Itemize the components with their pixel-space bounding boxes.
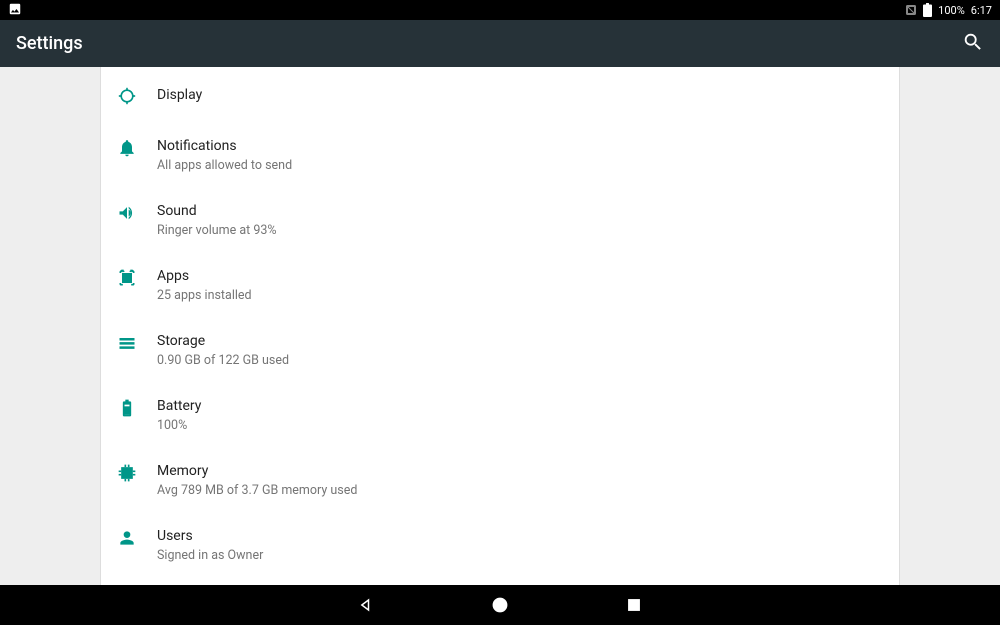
- notifications-icon: [117, 136, 157, 158]
- item-title: Notifications: [157, 136, 883, 156]
- settings-item-apps[interactable]: Apps25 apps installed: [101, 253, 899, 318]
- item-title: Memory: [157, 461, 883, 481]
- settings-item-battery[interactable]: Battery100%: [101, 383, 899, 448]
- item-title: Battery: [157, 396, 883, 416]
- display-icon: [117, 84, 157, 106]
- settings-item-notifications[interactable]: NotificationsAll apps allowed to send: [101, 123, 899, 188]
- image-icon: [8, 2, 22, 19]
- clock: 6:17: [971, 4, 992, 17]
- navigation-bar: [0, 585, 1000, 625]
- battery-icon: [117, 396, 157, 418]
- page-title: Settings: [16, 33, 83, 54]
- recents-button[interactable]: [622, 593, 646, 617]
- no-sim-icon: [905, 4, 917, 16]
- item-subtitle: Avg 789 MB of 3.7 GB memory used: [157, 482, 883, 500]
- users-icon: [117, 526, 157, 548]
- settings-item-sound[interactable]: SoundRinger volume at 93%: [101, 188, 899, 253]
- item-subtitle: Signed in as Owner: [157, 547, 883, 565]
- battery-pct: 100%: [938, 4, 965, 17]
- battery-icon: [923, 3, 932, 17]
- home-button[interactable]: [488, 593, 512, 617]
- item-title: Apps: [157, 266, 883, 286]
- item-title: Sound: [157, 201, 883, 221]
- memory-icon: [117, 461, 157, 483]
- settings-item-memory[interactable]: MemoryAvg 789 MB of 3.7 GB memory used: [101, 448, 899, 513]
- apps-icon: [117, 266, 157, 288]
- content-area: Display NotificationsAll apps allowed to …: [0, 67, 1000, 585]
- item-subtitle: Ringer volume at 93%: [157, 222, 883, 240]
- item-title: Display: [157, 85, 883, 105]
- item-subtitle: All apps allowed to send: [157, 157, 883, 175]
- item-title: Users: [157, 526, 883, 546]
- status-bar: 100% 6:17: [0, 0, 1000, 20]
- settings-list: Display NotificationsAll apps allowed to …: [100, 67, 900, 585]
- app-bar: Settings: [0, 20, 1000, 67]
- search-button[interactable]: [962, 31, 984, 57]
- item-subtitle: 100%: [157, 417, 883, 435]
- item-subtitle: 25 apps installed: [157, 287, 883, 305]
- storage-icon: [117, 331, 157, 353]
- settings-item-users[interactable]: UsersSigned in as Owner: [101, 513, 899, 578]
- item-title: Storage: [157, 331, 883, 351]
- sound-icon: [117, 201, 157, 223]
- back-button[interactable]: [354, 593, 378, 617]
- item-subtitle: 0.90 GB of 122 GB used: [157, 352, 883, 370]
- settings-item-display[interactable]: Display: [101, 67, 899, 123]
- settings-item-storage[interactable]: Storage0.90 GB of 122 GB used: [101, 318, 899, 383]
- settings-item-duraspeed[interactable]: DuraSpeedOFF: [101, 578, 899, 585]
